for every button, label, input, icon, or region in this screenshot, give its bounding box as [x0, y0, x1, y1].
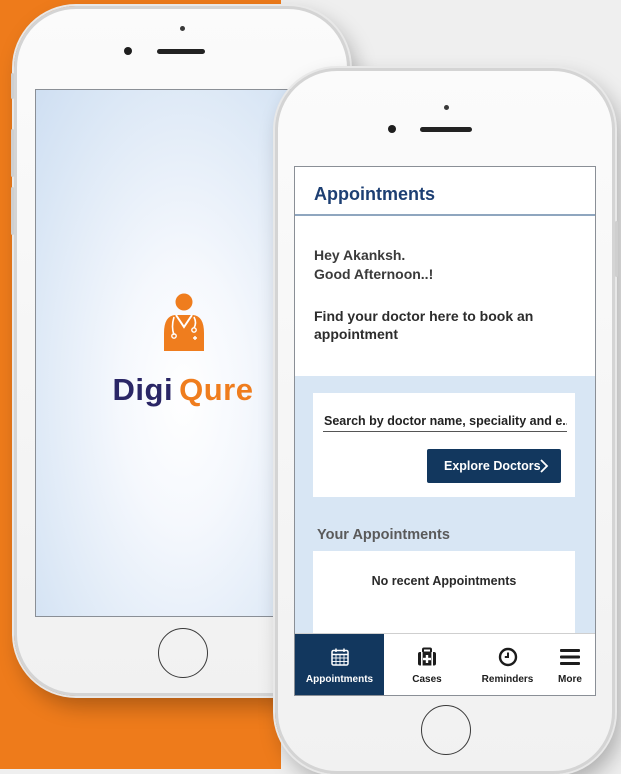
- brand-name-part2: Qure: [179, 372, 254, 407]
- hamburger-menu-icon: [560, 649, 580, 665]
- medical-case-icon: [418, 647, 436, 666]
- your-appointments-heading: Your Appointments: [317, 527, 450, 543]
- app-bar: Appointments: [295, 167, 595, 216]
- phone-app: Appointments Hey Akanksh. Good Afternoon…: [275, 68, 618, 774]
- mute-switch: [11, 73, 14, 99]
- nav-label: More: [558, 674, 582, 685]
- proximity-sensor: [444, 105, 449, 110]
- doctor-search-input[interactable]: [323, 410, 567, 432]
- find-doctor-text: Find your doctor here to book an appoint…: [314, 308, 534, 342]
- front-camera: [388, 125, 396, 133]
- nav-more[interactable]: More: [545, 634, 595, 695]
- explore-doctors-button[interactable]: Explore Doctors: [427, 449, 561, 483]
- front-camera: [124, 47, 132, 55]
- home-button[interactable]: [421, 705, 471, 755]
- empty-appointments-message: No recent Appointments: [371, 574, 517, 588]
- nav-appointments[interactable]: Appointments: [295, 634, 384, 695]
- volume-down-button: [11, 187, 14, 235]
- earpiece-speaker: [420, 127, 472, 132]
- explore-doctors-label: Explore Doctors: [444, 459, 541, 473]
- volume-up-button: [11, 129, 14, 177]
- chevron-right-icon: [540, 459, 549, 473]
- doctor-stethoscope-icon: [164, 293, 204, 351]
- calendar-icon: [330, 648, 349, 666]
- search-card: Explore Doctors: [313, 393, 575, 497]
- nav-label: Cases: [412, 674, 442, 685]
- nav-cases[interactable]: Cases: [384, 634, 470, 695]
- greeting-name: Hey Akanksh.: [314, 247, 406, 263]
- greeting: Hey Akanksh. Good Afternoon..!: [314, 246, 433, 284]
- bottom-navigation: Appointments Cases Reminders More: [295, 633, 595, 695]
- home-button[interactable]: [158, 628, 208, 678]
- appointments-screen: Appointments Hey Akanksh. Good Afternoon…: [294, 166, 596, 696]
- proximity-sensor: [180, 26, 185, 31]
- earpiece-speaker: [157, 49, 205, 54]
- appointments-list-card: No recent Appointments: [313, 551, 575, 641]
- nav-reminders[interactable]: Reminders: [470, 634, 545, 695]
- power-button: [615, 221, 618, 277]
- clock-icon: [498, 647, 517, 667]
- brand-name-part1: Digi: [112, 372, 174, 407]
- nav-label: Reminders: [481, 674, 534, 685]
- nav-label: Appointments: [305, 674, 374, 685]
- greeting-time: Good Afternoon..!: [314, 266, 434, 282]
- page-title: Appointments: [314, 184, 435, 204]
